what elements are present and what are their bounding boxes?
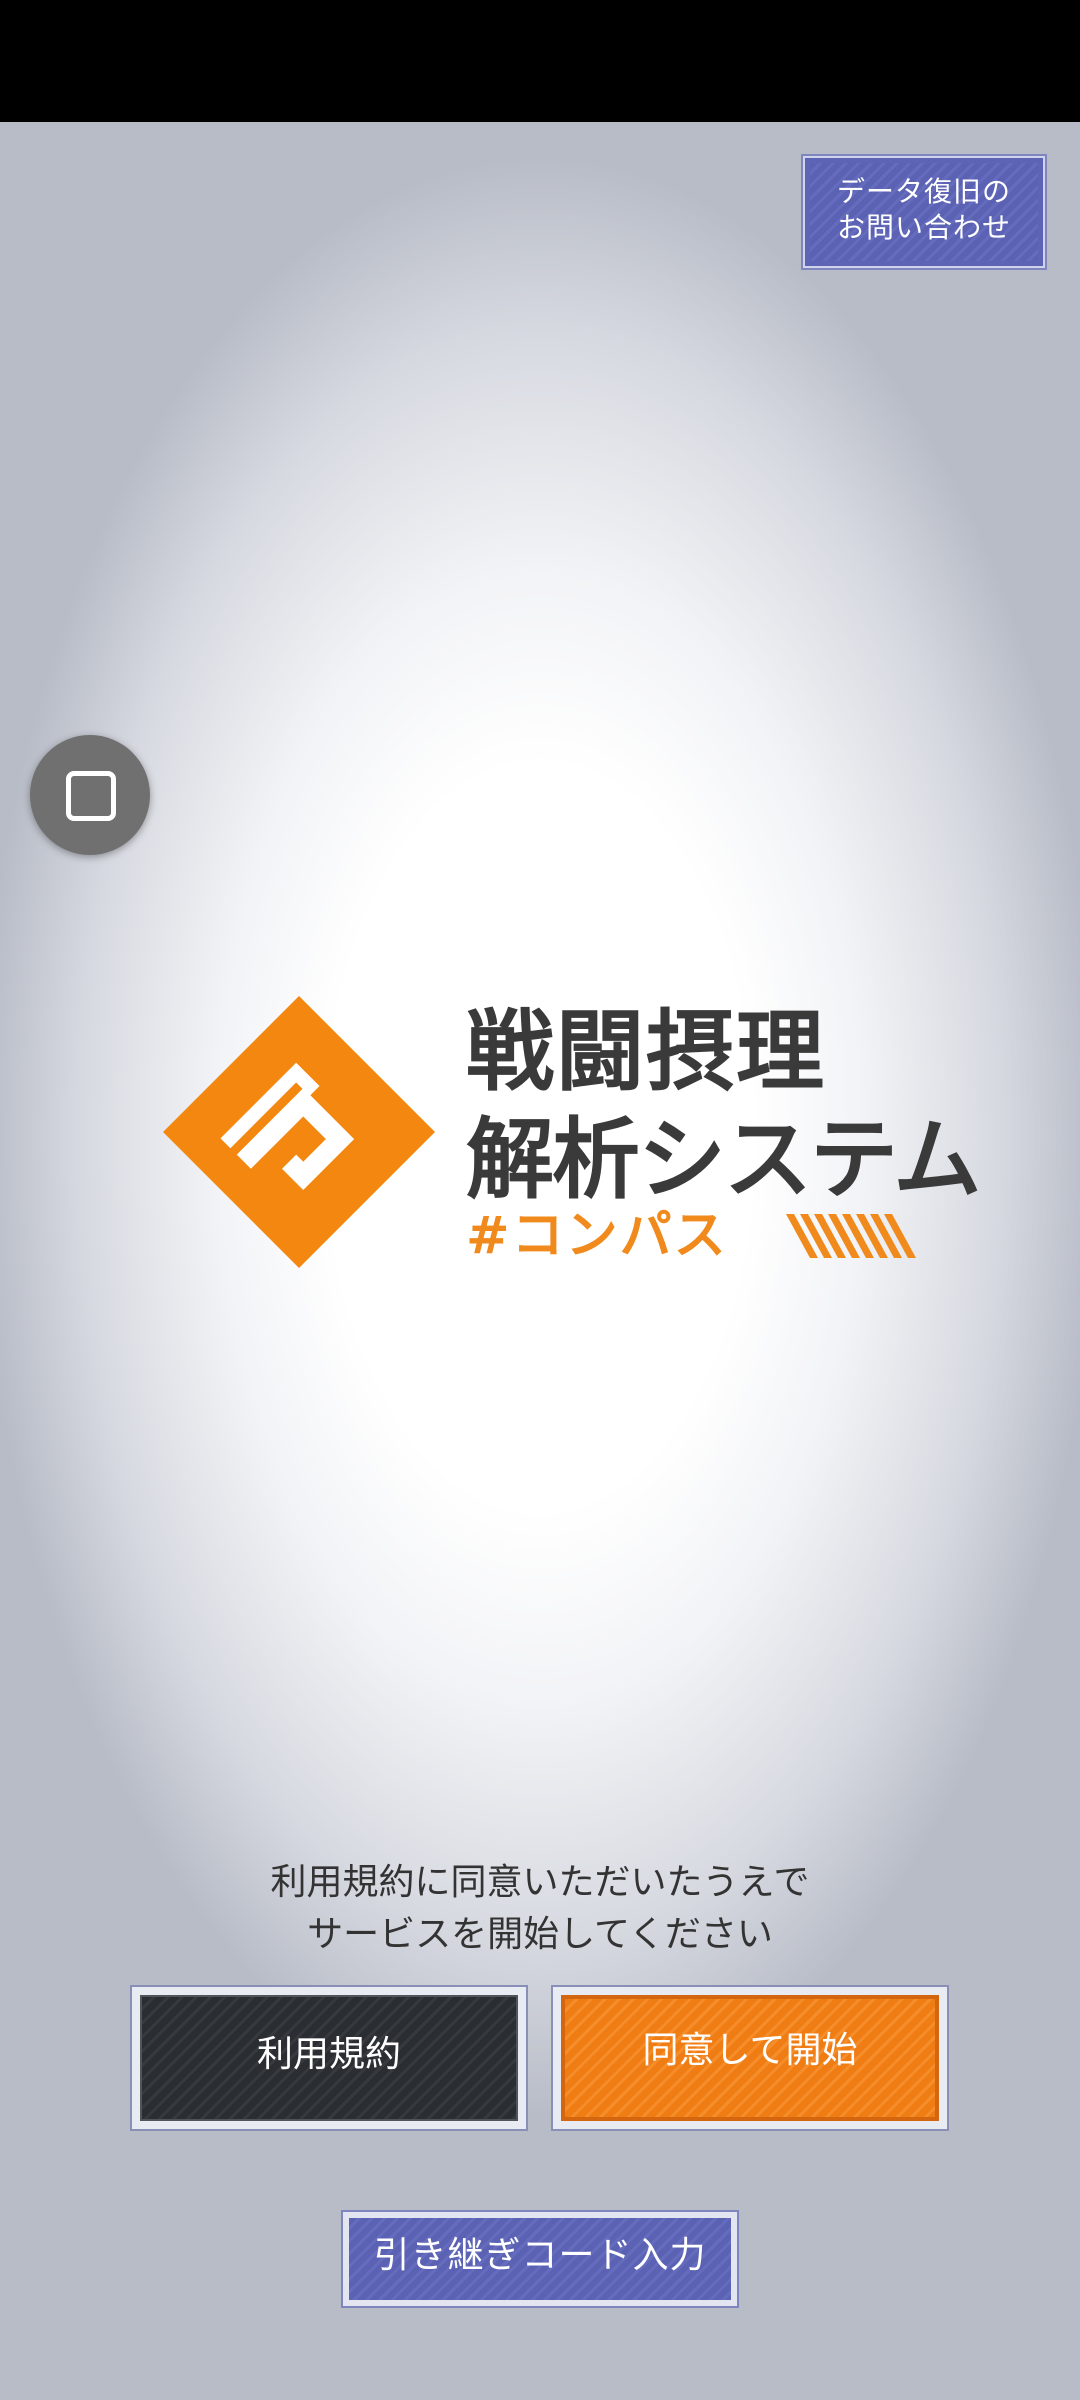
compass-logo-icon	[163, 996, 435, 1268]
data-recovery-label-line2: お問い合わせ	[836, 211, 1011, 244]
agree-and-start-button[interactable]: 同意して開始	[551, 1985, 949, 2131]
logo-title-line1: 戦闘摂理	[466, 1000, 827, 1103]
square-icon	[66, 771, 116, 821]
terms-button-label: 利用規約	[256, 2034, 401, 2075]
agree-button-label: 同意して開始	[642, 2030, 858, 2071]
logo-title-compass: #コンパス	[466, 1206, 728, 1266]
status-bar	[0, 0, 1080, 122]
terms-of-service-button[interactable]: 利用規約	[130, 1985, 528, 2131]
logo-stripes-decoration	[786, 1214, 916, 1258]
transfer-code-button[interactable]: 引き継ぎコード入力	[341, 2210, 739, 2308]
floating-assistive-button[interactable]	[30, 735, 150, 855]
transfer-button-label: 引き継ぎコード入力	[373, 2235, 707, 2276]
data-recovery-contact-button[interactable]: データ復旧の お問い合わせ	[801, 154, 1047, 270]
logo-title-line2: 解析システム	[466, 1108, 981, 1211]
terms-notice-line1: 利用規約に同意いただいたうえで	[270, 1862, 810, 1903]
terms-notice-line2: サービスを開始してください	[307, 1914, 773, 1955]
title-screen: データ復旧の お問い合わせ 戦闘摂理 解析システム #コンパス 利用規約に同意い…	[0, 122, 1080, 2400]
data-recovery-label-line1: データ復旧の	[836, 175, 1011, 208]
